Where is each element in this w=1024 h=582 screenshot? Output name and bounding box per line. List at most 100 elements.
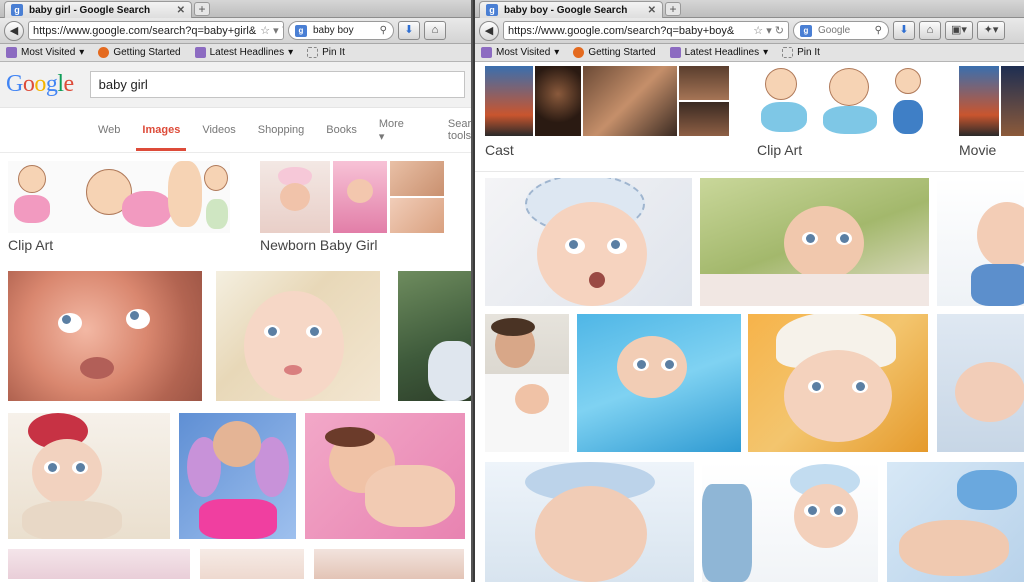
cartoon-baby-sitting-image bbox=[817, 66, 883, 136]
cartoon-baby-crawling-image bbox=[78, 163, 172, 231]
bookmark-pin-it[interactable]: Pin It bbox=[782, 47, 820, 58]
eye bbox=[44, 461, 60, 474]
tab-baby-boy[interactable]: g baby boy - Google Search ✕ bbox=[479, 1, 663, 18]
search-magnifier-icon[interactable]: ⚲ bbox=[875, 25, 882, 36]
result-image-baby-under-blanket[interactable] bbox=[700, 178, 929, 306]
star-icon[interactable]: ☆ ▾ ↻ bbox=[256, 24, 283, 37]
mouth bbox=[80, 357, 114, 379]
back-arrow-icon[interactable]: ◀ bbox=[4, 20, 24, 41]
search-box-text: baby boy bbox=[313, 25, 354, 36]
category-label: Cast bbox=[485, 142, 514, 158]
google-header: Google baby girl bbox=[0, 62, 471, 108]
url-text: https://www.google.com/search?q=baby+gir… bbox=[33, 24, 257, 37]
page-icon bbox=[782, 47, 794, 58]
bookmark-getting-started[interactable]: Getting Started bbox=[98, 47, 181, 58]
tab-baby-girl[interactable]: g baby girl - Google Search ✕ bbox=[4, 1, 192, 18]
nav-shopping[interactable]: Shopping bbox=[258, 124, 305, 136]
close-tab-icon[interactable]: ✕ bbox=[648, 5, 656, 16]
result-image-row3-1[interactable] bbox=[8, 549, 190, 579]
bookmark-latest-headlines[interactable]: Latest Headlines ▾ bbox=[194, 47, 293, 58]
new-tab-button[interactable]: + bbox=[194, 2, 210, 16]
star-icon[interactable]: ☆ ▾ ↻ bbox=[749, 24, 784, 37]
eye bbox=[58, 313, 82, 333]
related-label: Clip Art bbox=[8, 237, 54, 253]
close-tab-icon[interactable]: ✕ bbox=[177, 5, 185, 16]
search-box[interactable]: g Google ⚲ bbox=[793, 21, 889, 40]
result-image-baby-flower-headband[interactable] bbox=[8, 413, 170, 539]
google-logo[interactable]: Google bbox=[6, 71, 74, 98]
category-movie[interactable]: Movie bbox=[959, 66, 1024, 158]
cast-thumbnails bbox=[485, 66, 729, 136]
related-label: Newborn Baby Girl bbox=[260, 237, 378, 253]
url-bar[interactable]: https://www.google.com/search?q=baby+boy… bbox=[503, 21, 789, 40]
eye bbox=[830, 504, 846, 517]
navigation-bar: ◀ https://www.google.com/search?q=baby+b… bbox=[475, 18, 1024, 44]
result-image-father-with-baby[interactable] bbox=[485, 314, 569, 452]
result-image-baby-white-hat[interactable] bbox=[748, 314, 928, 452]
nav-books[interactable]: Books bbox=[326, 124, 357, 136]
related-newborn-baby-girl[interactable]: Newborn Baby Girl bbox=[260, 161, 444, 253]
eye bbox=[852, 380, 868, 393]
extension-icon[interactable]: ✦▾ bbox=[977, 21, 1005, 40]
google-query-input[interactable]: baby girl bbox=[89, 71, 465, 98]
result-image-baby-lying-pink[interactable] bbox=[305, 413, 465, 539]
download-arrow-icon[interactable]: ⬇ bbox=[893, 21, 915, 40]
result-image-baby-surprised[interactable] bbox=[485, 178, 692, 306]
bookmark-latest-headlines[interactable]: Latest Headlines ▾ bbox=[669, 47, 768, 58]
eye bbox=[72, 461, 88, 474]
eye bbox=[804, 504, 820, 517]
download-arrow-icon[interactable]: ⬇ bbox=[398, 21, 420, 40]
related-searches: Clip Art Newborn Baby Girl bbox=[0, 153, 471, 273]
home-icon[interactable]: ⌂ bbox=[424, 21, 446, 40]
bookmark-pin-it[interactable]: Pin It bbox=[307, 47, 345, 58]
result-image-row3-3[interactable] bbox=[314, 549, 464, 579]
search-box-text: Google bbox=[818, 25, 851, 36]
tab-strip: g baby girl - Google Search ✕ + bbox=[0, 0, 471, 18]
google-search-icon: g bbox=[295, 24, 307, 37]
firefox-icon bbox=[573, 47, 585, 58]
bookmark-getting-started[interactable]: Getting Started bbox=[573, 47, 656, 58]
page-icon bbox=[307, 47, 319, 58]
category-strip: Cast Clip Art Movie bbox=[475, 62, 1024, 172]
category-clip-art[interactable]: Clip Art bbox=[757, 66, 929, 158]
search-magnifier-icon[interactable]: ⚲ bbox=[380, 25, 387, 36]
google-search-icon: g bbox=[800, 24, 812, 37]
folder-icon bbox=[6, 47, 17, 58]
cartoon-baby-image bbox=[757, 66, 813, 136]
cartoon-baby-green-image bbox=[206, 199, 228, 229]
cartoon-baby-small-image bbox=[204, 165, 228, 191]
new-tab-button[interactable]: + bbox=[665, 2, 681, 16]
result-image-row3-2[interactable] bbox=[200, 549, 304, 579]
search-box[interactable]: g baby boy ⚲ bbox=[288, 21, 394, 40]
result-image-baby-fairy-wings[interactable] bbox=[179, 413, 296, 539]
result-image-baby-knit-hat[interactable] bbox=[485, 462, 694, 582]
result-image-baby-blue-beanie[interactable] bbox=[702, 462, 878, 582]
nav-more[interactable]: More ▾ bbox=[379, 118, 426, 143]
nav-videos[interactable]: Videos bbox=[202, 124, 235, 136]
result-image-baby-outdoor[interactable] bbox=[398, 271, 471, 401]
result-image-baby-smiling[interactable] bbox=[8, 271, 202, 401]
bookmark-most-visited[interactable]: Most Visited ▾ bbox=[481, 47, 559, 58]
nav-images[interactable]: Images bbox=[136, 124, 187, 151]
nav-search-tools[interactable]: Search tools bbox=[448, 118, 471, 142]
nav-web[interactable]: Web bbox=[98, 124, 120, 136]
result-image-baby-blue-towel[interactable] bbox=[577, 314, 741, 452]
home-icon[interactable]: ⌂ bbox=[919, 21, 941, 40]
result-image-baby-sleeping[interactable] bbox=[937, 314, 1024, 452]
url-bar[interactable]: https://www.google.com/search?q=baby+gir… bbox=[28, 21, 284, 40]
eye bbox=[661, 358, 677, 371]
browser-window-left: g baby girl - Google Search ✕ + ◀ https:… bbox=[0, 0, 473, 582]
category-cast[interactable]: Cast bbox=[485, 66, 729, 158]
eye bbox=[306, 325, 322, 338]
cartoon-foot-image bbox=[168, 161, 202, 227]
category-label: Clip Art bbox=[757, 142, 803, 158]
mouth bbox=[284, 365, 302, 375]
more-tools-icon[interactable]: ▣▾ bbox=[945, 21, 973, 40]
bookmark-most-visited[interactable]: Most Visited ▾ bbox=[6, 47, 84, 58]
result-image-baby-blue-shirt[interactable] bbox=[937, 178, 1024, 306]
related-clip-art[interactable]: Clip Art bbox=[8, 161, 230, 253]
bookmarks-bar: Most Visited ▾ Getting Started Latest He… bbox=[475, 44, 1024, 62]
back-arrow-icon[interactable]: ◀ bbox=[479, 20, 499, 41]
result-image-baby-hat[interactable] bbox=[216, 271, 380, 401]
result-image-baby-blue-bow[interactable] bbox=[887, 462, 1024, 582]
